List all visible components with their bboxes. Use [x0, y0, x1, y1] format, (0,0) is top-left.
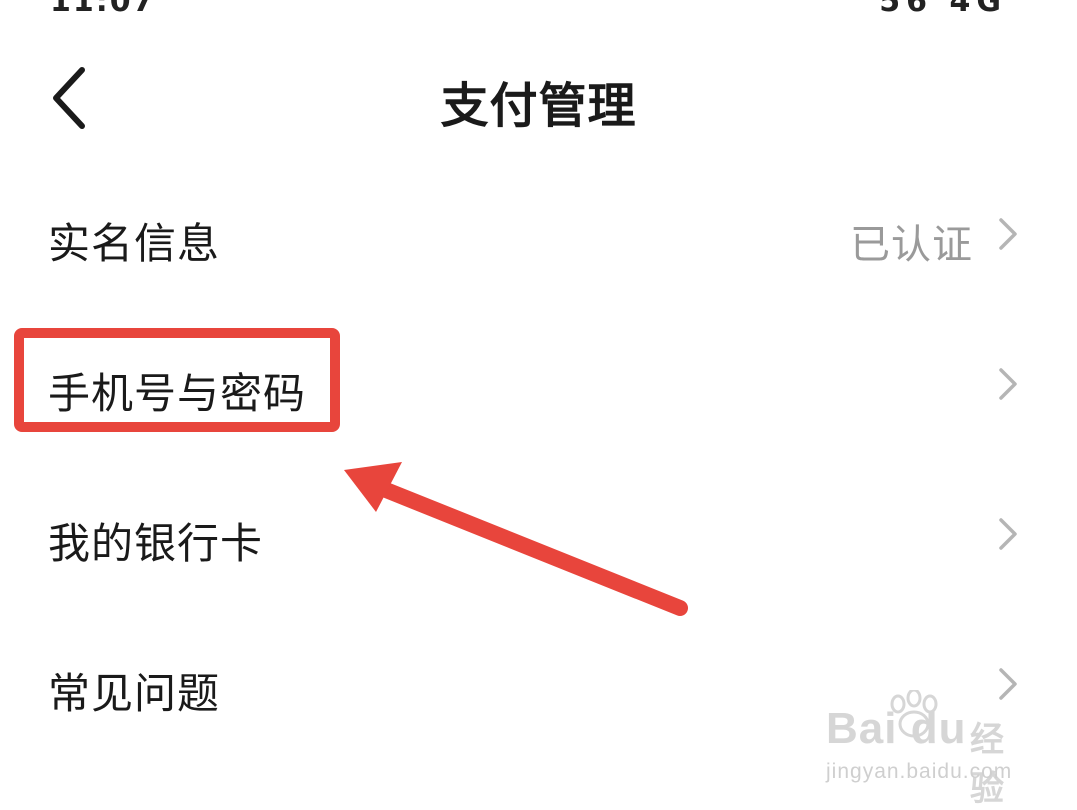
row-label: 我的银行卡 — [48, 519, 264, 568]
chevron-right-icon — [999, 518, 1017, 550]
header: 支付管理 — [0, 40, 1077, 150]
baidu-jingyan-watermark: Bai du 经验 jingyan.baidu.com — [820, 690, 1030, 809]
chevron-right-icon — [999, 218, 1017, 250]
status-time: 11:07 — [50, 0, 156, 14]
page-title: 支付管理 — [440, 78, 637, 134]
chevron-right-icon — [999, 368, 1017, 400]
row-label: 实名信息 — [48, 219, 221, 268]
highlight-box — [14, 328, 340, 432]
watermark-url: jingyan.baidu.com — [826, 760, 1013, 783]
status-indicators: 56 4G — [879, 0, 1007, 14]
row-my-bank-cards[interactable]: 我的银行卡 — [0, 468, 1077, 598]
row-label: 常见问题 — [48, 669, 221, 718]
row-real-name-info[interactable]: 实名信息 已认证 — [0, 168, 1077, 298]
status-bar: 11:07 56 4G — [0, 0, 1077, 14]
verified-status: 已认证 — [850, 222, 973, 268]
watermark-logo-text: Bai du — [826, 704, 967, 753]
